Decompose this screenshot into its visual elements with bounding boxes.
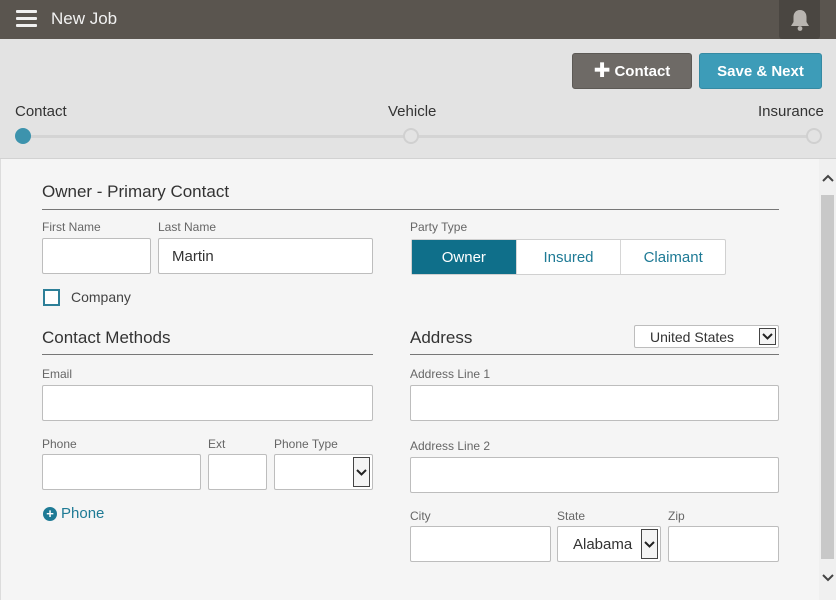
scrollbar-thumb[interactable] [821, 195, 834, 559]
ext-input[interactable] [208, 454, 267, 490]
step-dot-insurance[interactable] [806, 128, 822, 144]
chevron-down-icon [759, 328, 776, 345]
phone-type-label: Phone Type [274, 437, 338, 451]
phone-type-select[interactable] [274, 454, 373, 490]
owner-section-title: Owner - Primary Contact [42, 182, 230, 201]
step-dot-vehicle[interactable] [403, 128, 419, 144]
address-line1-label: Address Line 1 [410, 367, 491, 381]
save-next-button[interactable]: Save & Next [699, 53, 822, 89]
bell-icon [790, 9, 809, 31]
add-contact-label: Contact [614, 62, 671, 80]
step-label-insurance[interactable]: Insurance [758, 103, 824, 120]
menu-icon[interactable] [16, 10, 37, 28]
country-value: United States [650, 328, 735, 345]
zip-input[interactable] [668, 526, 779, 562]
address-line1-input[interactable] [410, 385, 779, 421]
city-input[interactable] [410, 526, 551, 562]
plus-circle-icon: + [43, 506, 57, 521]
zip-label: Zip [668, 509, 685, 523]
add-phone-label: Phone [61, 505, 105, 522]
owner-divider [42, 209, 779, 210]
country-select[interactable]: United States [634, 325, 779, 348]
page-title: New Job [51, 9, 118, 28]
job-header: ✚ Contact Save & Next Contact Vehicle In… [0, 39, 836, 159]
chevron-down-icon [353, 457, 370, 487]
scroll-down-icon[interactable] [822, 574, 834, 582]
party-type-insured[interactable]: Insured [517, 240, 622, 274]
state-label: State [557, 509, 586, 523]
notifications-button[interactable] [779, 0, 820, 39]
address-divider [410, 354, 779, 355]
city-label: City [410, 509, 431, 523]
company-label: Company [71, 289, 131, 305]
contact-methods-title: Contact Methods [42, 328, 171, 347]
party-type-owner[interactable]: Owner [412, 240, 517, 274]
contact-methods-divider [42, 354, 373, 355]
last-name-input[interactable]: Martin [158, 238, 373, 274]
add-phone-button[interactable]: + Phone [43, 505, 104, 522]
first-name-input[interactable] [42, 238, 151, 274]
last-name-label: Last Name [158, 220, 217, 234]
address-title: Address [410, 328, 473, 347]
email-label: Email [42, 367, 73, 381]
ext-label: Ext [208, 437, 226, 451]
scroll-up-icon[interactable] [822, 174, 834, 182]
address-line2-input[interactable] [410, 457, 779, 493]
contact-form: Owner - Primary Contact First Name Last … [0, 159, 819, 600]
step-label-vehicle[interactable]: Vehicle [388, 103, 436, 120]
step-label-contact[interactable]: Contact [15, 103, 67, 120]
state-value: Alabama [573, 535, 633, 553]
party-type-selector: Owner Insured Claimant [411, 239, 726, 275]
phone-label: Phone [42, 437, 77, 451]
step-dot-contact[interactable] [15, 128, 31, 144]
phone-input[interactable] [42, 454, 201, 490]
company-checkbox[interactable] [43, 289, 60, 306]
state-select[interactable]: Alabama [557, 526, 661, 562]
chevron-down-icon [641, 529, 658, 559]
first-name-label: First Name [42, 220, 101, 234]
email-input[interactable] [42, 385, 373, 421]
party-type-claimant[interactable]: Claimant [621, 240, 725, 274]
add-contact-button[interactable]: ✚ Contact [572, 53, 692, 89]
address-line2-label: Address Line 2 [410, 439, 491, 453]
content-scrollbar[interactable] [819, 159, 836, 600]
top-bar: New Job [0, 0, 836, 39]
plus-icon: ✚ [593, 60, 611, 82]
party-type-label: Party Type [410, 220, 468, 234]
stepper-track [24, 135, 814, 138]
